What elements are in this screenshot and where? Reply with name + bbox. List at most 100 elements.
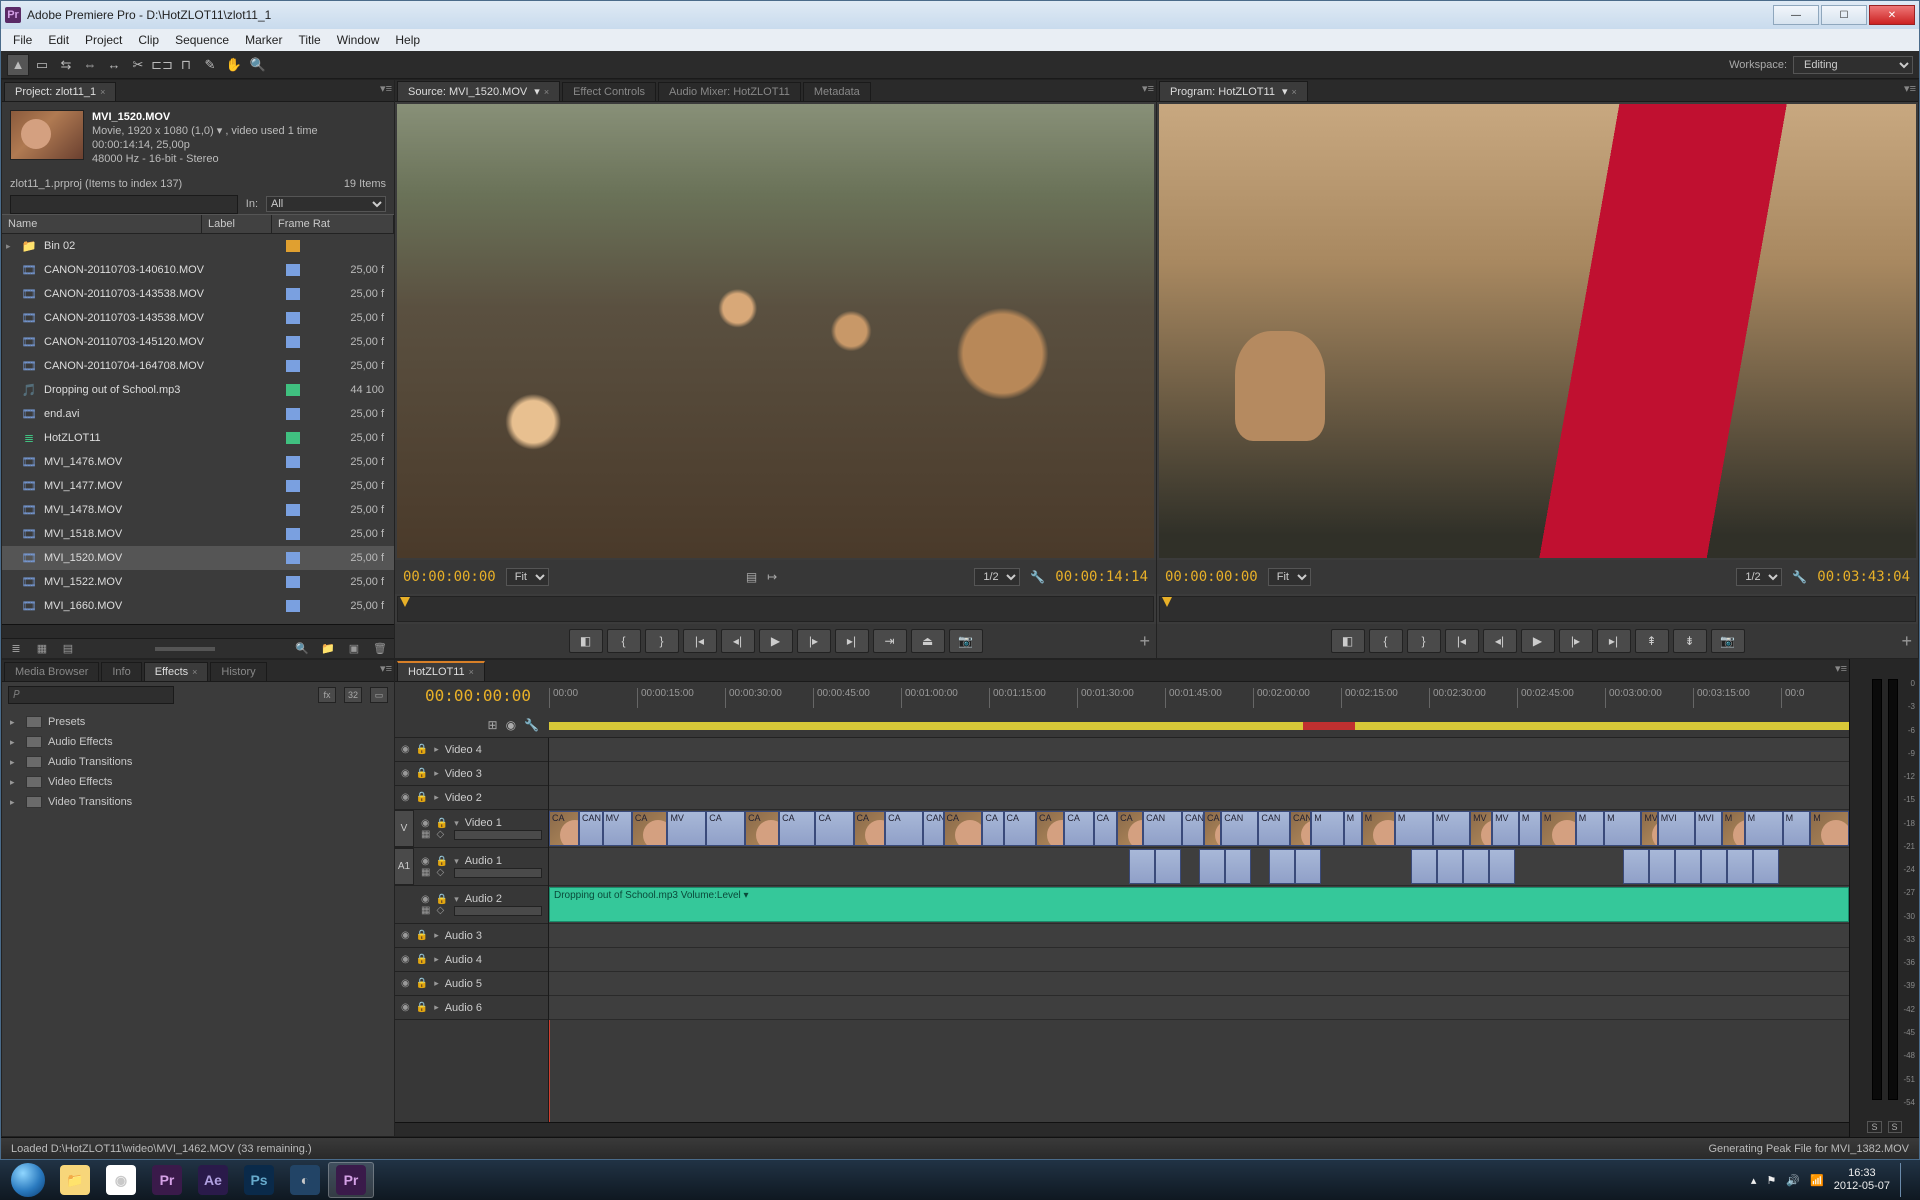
video-clip[interactable]: CA <box>815 811 853 846</box>
menu-marker[interactable]: Marker <box>237 31 290 49</box>
playhead-icon[interactable] <box>1162 597 1172 607</box>
project-item[interactable]: 🎵 Dropping out of School.mp3 44 100 <box>2 378 394 402</box>
audio-clip[interactable] <box>1463 849 1489 884</box>
play-button[interactable]: ▶ <box>1521 629 1555 653</box>
video-clip[interactable]: M <box>1604 811 1641 846</box>
settings-icon[interactable]: 🔧 <box>524 718 539 732</box>
audio-clip[interactable] <box>1727 849 1753 884</box>
workspace-select[interactable]: Editing <box>1793 56 1913 74</box>
mark-in-button[interactable]: ◧ <box>1331 629 1365 653</box>
hand-tool[interactable]: ✋ <box>223 54 245 76</box>
safe-margins-icon[interactable]: ▤ <box>746 570 757 584</box>
task-explorer[interactable]: 📁 <box>52 1162 98 1198</box>
video-clip[interactable]: M <box>1519 811 1541 846</box>
rolling-tool[interactable]: ⇔ <box>79 54 101 76</box>
close-icon[interactable]: × <box>1292 87 1297 97</box>
project-item[interactable]: 🎞 CANON-20110704-164708.MOV 25,00 f <box>2 354 394 378</box>
project-item[interactable]: 🎞 MVI_1522.MOV 25,00 f <box>2 570 394 594</box>
list-view-icon[interactable]: ≣ <box>8 642 24 656</box>
thumb-slider[interactable] <box>155 647 215 651</box>
menu-window[interactable]: Window <box>329 31 388 49</box>
source-zoom[interactable]: 1/2 <box>974 568 1020 586</box>
video-clip[interactable]: CAN <box>579 811 603 846</box>
effects-folder[interactable]: ▸Video Effects <box>2 772 394 792</box>
metadata-tab[interactable]: Metadata <box>803 82 871 101</box>
timeline-tc[interactable]: 00:00:00:00 <box>395 682 549 712</box>
mark-out-button[interactable]: { <box>607 629 641 653</box>
tray-network-icon[interactable]: 📶 <box>1810 1174 1824 1187</box>
close-icon[interactable]: × <box>192 667 197 677</box>
audio-clip[interactable] <box>1649 849 1675 884</box>
video-clip[interactable]: M <box>1541 811 1576 846</box>
video-clip[interactable]: M <box>1576 811 1604 846</box>
task-premiere-pin[interactable]: Pr <box>144 1162 190 1198</box>
audio-clip[interactable] <box>1411 849 1437 884</box>
zoom-tool[interactable]: 🔍 <box>247 54 269 76</box>
panel-menu-icon[interactable]: ▾≡ <box>1835 662 1847 675</box>
sequence-tab[interactable]: HotZLOT11 × <box>397 661 485 681</box>
export-frame-button[interactable]: 📷 <box>1711 629 1745 653</box>
audio-clip[interactable] <box>1199 849 1225 884</box>
project-item[interactable]: 🎞 CANON-20110703-145120.MOV 25,00 f <box>2 330 394 354</box>
source-fit[interactable]: Fit <box>506 568 549 586</box>
source-tc-out[interactable]: 00:00:14:14 <box>1055 569 1148 585</box>
pen-tool[interactable]: ✎ <box>199 54 221 76</box>
step-fwd-button[interactable]: |▸ <box>797 629 831 653</box>
track-header[interactable]: V◉🔒▾Video 1▦◇ <box>395 810 548 848</box>
audio-clip[interactable] <box>1225 849 1251 884</box>
video-clip[interactable]: MV <box>1470 811 1492 846</box>
audio-clip[interactable] <box>1269 849 1295 884</box>
video-clip[interactable]: MV <box>603 811 632 846</box>
lift-button[interactable]: ⇞ <box>1635 629 1669 653</box>
video-clip[interactable]: MV <box>1492 811 1519 846</box>
audio-clip[interactable] <box>1129 849 1155 884</box>
minimize-button[interactable]: — <box>1773 5 1819 25</box>
extract-button[interactable]: ⇟ <box>1673 629 1707 653</box>
menu-title[interactable]: Title <box>290 31 328 49</box>
go-out-button[interactable]: ▸| <box>835 629 869 653</box>
project-item[interactable]: 🎞 CANON-20110703-143538.MOV 25,00 f <box>2 306 394 330</box>
project-item[interactable]: 🎞 MVI_1518.MOV 25,00 f <box>2 522 394 546</box>
info-tab[interactable]: Info <box>101 662 141 681</box>
program-tc-out[interactable]: 00:03:43:04 <box>1817 569 1910 585</box>
project-item[interactable]: 🎞 MVI_1520.MOV 25,00 f <box>2 546 394 570</box>
track-header[interactable]: ◉🔒▾Audio 2▦◇ <box>395 886 548 924</box>
track-header[interactable]: ◉🔒▸Video 3 <box>395 762 548 786</box>
menu-clip[interactable]: Clip <box>130 31 167 49</box>
track-lane[interactable] <box>549 786 1849 810</box>
solo-right[interactable]: S <box>1888 1121 1902 1133</box>
project-columns[interactable]: Name Label Frame Rat <box>2 214 394 234</box>
video-clip[interactable]: CA <box>1064 811 1093 846</box>
tray-clock[interactable]: 16:332012-05-07 <box>1834 1167 1890 1193</box>
maximize-button[interactable]: ☐ <box>1821 5 1867 25</box>
effects-search[interactable] <box>8 686 174 704</box>
video-clip[interactable]: MVI <box>1658 811 1695 846</box>
audio-clip[interactable] <box>1753 849 1779 884</box>
audio-clip[interactable] <box>1437 849 1463 884</box>
playhead-icon[interactable] <box>400 597 410 607</box>
project-item[interactable]: 🎞 end.avi 25,00 f <box>2 402 394 426</box>
panel-menu-icon[interactable]: ▾≡ <box>380 82 392 95</box>
source-tab[interactable]: Source: MVI_1520.MOV ▾ × <box>397 81 560 101</box>
track-lane[interactable] <box>549 996 1849 1020</box>
selection-tool[interactable]: ▲ <box>7 54 29 76</box>
effect-controls-tab[interactable]: Effect Controls <box>562 82 656 101</box>
panel-menu-icon[interactable]: ▾≡ <box>1904 82 1916 95</box>
audio-clip[interactable] <box>1623 849 1649 884</box>
mark-out-button[interactable]: { <box>1369 629 1403 653</box>
task-premiere-running[interactable]: Pr <box>328 1162 374 1198</box>
program-tc-in[interactable]: 00:00:00:00 <box>1165 569 1258 585</box>
step-back-button[interactable]: ◂| <box>721 629 755 653</box>
show-desktop[interactable] <box>1900 1163 1910 1197</box>
step-fwd-button[interactable]: |▸ <box>1559 629 1593 653</box>
video-clip[interactable]: CA <box>549 811 579 846</box>
in-select[interactable]: All <box>266 196 386 212</box>
effects-tree[interactable]: ▸Presets▸Audio Effects▸Audio Transitions… <box>2 708 394 1136</box>
track-lane[interactable] <box>549 738 1849 762</box>
video-clip[interactable]: M <box>1395 811 1433 846</box>
menu-help[interactable]: Help <box>387 31 428 49</box>
mark-in-button[interactable]: ◧ <box>569 629 603 653</box>
effects-folder[interactable]: ▸Audio Effects <box>2 732 394 752</box>
scrollbar-h[interactable] <box>2 624 394 638</box>
video-clip[interactable]: CA <box>1117 811 1143 846</box>
